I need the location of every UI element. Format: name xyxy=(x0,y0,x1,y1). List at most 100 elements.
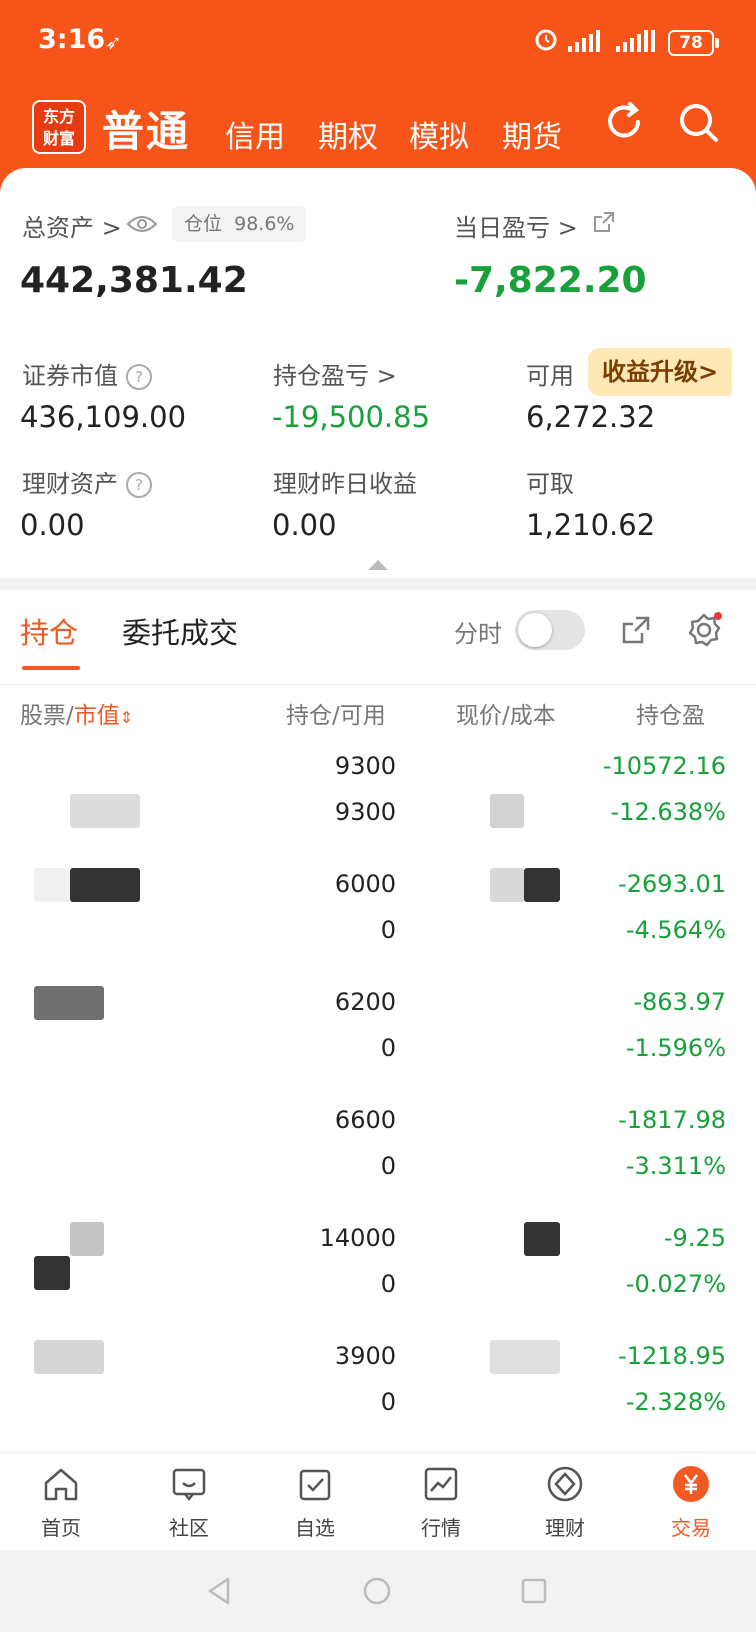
table-row[interactable]: 3900 0 -1218.95 -2.328% xyxy=(0,1340,756,1458)
home-icon xyxy=(44,1468,78,1501)
masked-stock-name xyxy=(70,794,140,828)
holding-pl-pct: -0.027% xyxy=(625,1270,726,1298)
tab-orders-trades[interactable]: 委托成交 xyxy=(122,610,238,652)
diamond-icon xyxy=(547,1466,583,1502)
chat-icon xyxy=(172,1468,206,1502)
withdrawable-value: 1,210.62 xyxy=(526,508,656,542)
masked-stock-name xyxy=(70,1222,104,1256)
holding-pl-value: -19,500.85 xyxy=(272,400,431,434)
masked-price xyxy=(490,794,524,828)
export-icon[interactable] xyxy=(620,614,652,646)
settings-gear-icon[interactable] xyxy=(686,612,722,648)
position-ratio-badge: 仓位 98.6% xyxy=(172,206,307,242)
yen-icon xyxy=(673,1466,709,1502)
available-label: 可用 xyxy=(526,362,574,390)
masked-stock-name xyxy=(34,1340,104,1374)
holding-pl: -1817.98 xyxy=(618,1106,726,1134)
securities-value-label: 证券市值? xyxy=(22,356,152,391)
table-row[interactable]: 6000 0 -2693.01 -4.564% xyxy=(0,868,756,986)
active-tab-indicator xyxy=(22,666,80,670)
column-header-pl[interactable]: 持仓盈 xyxy=(636,686,705,746)
available-qty: 0 xyxy=(380,1034,396,1062)
nav-home[interactable]: 首页 xyxy=(16,1465,106,1541)
holding-pl-pct: -1.596% xyxy=(625,1034,726,1062)
tab-options[interactable]: 期权 xyxy=(318,112,378,156)
tab-credit[interactable]: 信用 xyxy=(225,112,285,156)
recent-apps-icon[interactable] xyxy=(520,1577,548,1605)
holding-qty: 3900 xyxy=(334,1342,396,1370)
available-qty: 0 xyxy=(380,916,396,944)
total-assets-label[interactable]: 总资产 > xyxy=(22,208,122,243)
account-summary-card: 总资产 > 仓位 98.6% 442,381.42 当日盈亏 > -7,822.… xyxy=(0,168,756,578)
help-icon: ? xyxy=(126,364,152,390)
table-row[interactable]: 6600 0 -1817.98 -3.311% xyxy=(0,1104,756,1222)
holding-pl: -2693.01 xyxy=(618,870,726,898)
help-icon: ? xyxy=(126,472,152,498)
column-header-stock[interactable]: 股票/市值⇕ xyxy=(20,686,133,748)
holding-pl-pct: -2.328% xyxy=(625,1388,726,1416)
column-header-qty[interactable]: 持仓/可用 xyxy=(286,686,386,746)
withdrawable-label: 可取 xyxy=(526,470,574,498)
holding-qty: 6000 xyxy=(334,870,396,898)
battery-indicator: 78 xyxy=(668,30,719,56)
column-header-price[interactable]: 现价/成本 xyxy=(456,686,556,746)
available-qty: 0 xyxy=(380,1388,396,1416)
holding-pl-pct: -4.564% xyxy=(625,916,726,944)
available-qty: 0 xyxy=(380,1270,396,1298)
status-time: 3:16 xyxy=(38,24,106,55)
app-logo: 东方 财富 xyxy=(32,100,86,154)
home-circle-icon[interactable] xyxy=(362,1576,392,1606)
holding-pl: -9.25 xyxy=(663,1224,726,1252)
sort-icon: ⇕ xyxy=(119,708,134,727)
search-icon[interactable] xyxy=(676,100,720,144)
daily-pl-label[interactable]: 当日盈亏 > xyxy=(454,208,578,243)
holding-qty: 14000 xyxy=(319,1224,396,1252)
total-assets-value: 442,381.42 xyxy=(20,260,248,301)
eye-icon[interactable] xyxy=(126,212,158,236)
wealth-assets-value: 0.00 xyxy=(20,508,85,542)
status-bar: 3:16 ➶ 78 xyxy=(0,0,756,86)
nav-wealth[interactable]: 理财 xyxy=(520,1465,610,1541)
table-row[interactable]: 6200 0 -863.97 -1.596% xyxy=(0,986,756,1104)
system-navigation-bar xyxy=(0,1550,756,1632)
available-qty: 0 xyxy=(380,1152,396,1180)
holding-pl-pct: -3.311% xyxy=(625,1152,726,1180)
masked-price xyxy=(490,1340,560,1374)
collapse-arrow-icon[interactable] xyxy=(368,560,388,570)
back-icon[interactable] xyxy=(206,1576,232,1606)
holding-qty: 6200 xyxy=(334,988,396,1016)
available-value: 6,272.32 xyxy=(526,400,656,434)
available-qty: 9300 xyxy=(334,798,396,826)
nav-trade[interactable]: 交易 xyxy=(646,1465,736,1541)
refresh-icon[interactable] xyxy=(602,100,646,144)
masked-stock-name xyxy=(34,868,70,902)
masked-price xyxy=(524,1222,560,1256)
securities-value: 436,109.00 xyxy=(20,400,187,434)
holding-qty: 9300 xyxy=(334,752,396,780)
holding-qty: 6600 xyxy=(334,1106,396,1134)
nav-market[interactable]: 行情 xyxy=(396,1465,486,1541)
table-row[interactable]: 14000 0 -9.25 -0.027% xyxy=(0,1222,756,1340)
upgrade-yield-button[interactable]: 收益升级> xyxy=(588,348,733,396)
signal-icon xyxy=(616,30,655,52)
holding-pl-label[interactable]: 持仓盈亏 > xyxy=(273,356,397,391)
tab-normal[interactable]: 普通 xyxy=(102,98,190,159)
intraday-toggle[interactable] xyxy=(515,610,585,650)
tab-holdings[interactable]: 持仓 xyxy=(20,610,78,652)
chart-icon xyxy=(424,1467,458,1501)
wealth-assets-label: 理财资产? xyxy=(22,464,152,499)
nav-community[interactable]: 社区 xyxy=(144,1465,234,1541)
signal-icon xyxy=(568,30,600,52)
table-row[interactable]: 9300 9300 -10572.16 -12.638% xyxy=(0,750,756,868)
intraday-label: 分时 xyxy=(454,620,502,648)
tab-simulation[interactable]: 模拟 xyxy=(409,112,469,156)
holding-pl: -10572.16 xyxy=(602,752,726,780)
share-icon[interactable] xyxy=(592,210,616,234)
app-header: 东方 财富 普通 信用 期权 模拟 期货 xyxy=(0,92,756,162)
holding-pl: -863.97 xyxy=(633,988,726,1016)
bottom-navigation: 首页 社区 自选 行情 理财 交易 xyxy=(0,1452,756,1551)
alarm-icon xyxy=(535,29,557,51)
nav-watchlist[interactable]: 自选 xyxy=(270,1465,360,1541)
tab-futures[interactable]: 期货 xyxy=(502,112,562,156)
checkbox-icon xyxy=(299,1469,331,1501)
